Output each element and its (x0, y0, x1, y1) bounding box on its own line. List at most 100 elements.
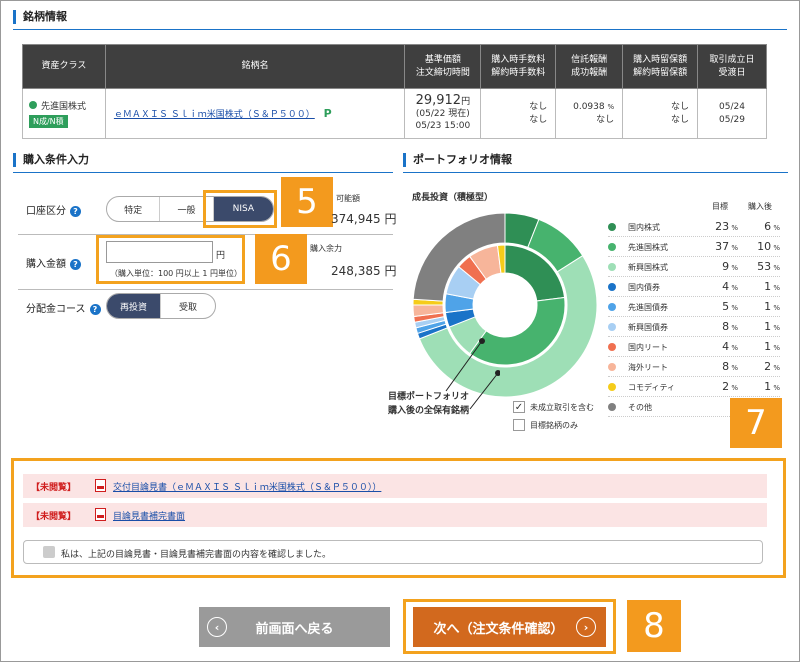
account-type-label: 口座区分? (26, 202, 81, 217)
asset-color-dot (29, 101, 37, 109)
header-asset-class: 資産クラス (22, 44, 106, 89)
help-icon[interactable]: ? (70, 259, 81, 270)
legend-target-value: 4 % (722, 280, 738, 293)
available-amount-value: 374,945 円 (331, 212, 397, 226)
legend-row: 国内債券 4 % 1 % (608, 277, 780, 297)
prospectus-link[interactable]: 交付目論見書（ｅＭＡＸＩＳ Ｓｌｉｍ米国株式（Ｓ＆Ｐ５００）） (113, 480, 381, 493)
pending-trades-checkbox[interactable]: ✓ (513, 401, 525, 413)
column-after-label: 購入後 (748, 202, 772, 211)
legend-color-dot (608, 283, 616, 291)
cell-trust-fee: 0.0938 % なし (555, 88, 624, 139)
header-fund-name: 銘柄名 (104, 44, 406, 89)
legend-target-value: 37 % (715, 240, 738, 253)
legend-after-value: 6 % (764, 220, 780, 233)
section-divider (13, 29, 787, 30)
legend-row: 国内株式 23 % 6 % (608, 217, 780, 237)
chevron-right-icon: › (576, 617, 596, 637)
cell-asset-class: 先進国株式 N成/N積 (22, 88, 106, 139)
cell-reserve: なし なし (622, 88, 699, 139)
help-icon[interactable]: ? (70, 206, 81, 217)
legend-color-dot (608, 343, 616, 351)
legend-category-label: 国内リート (628, 343, 668, 352)
confirm-checkbox[interactable] (43, 546, 55, 558)
legend-row: 新興国債券 8 % 1 % (608, 317, 780, 337)
legend-target-value: 8 % (722, 360, 738, 373)
nisa-badge: N成/N積 (29, 115, 68, 128)
row-divider (18, 289, 393, 290)
cell-fund-name: ｅＭＡＸＩＳ Ｓｌｉｍ米国株式（Ｓ＆Ｐ５００） P (104, 88, 406, 139)
callout-5: 5 (281, 177, 333, 227)
legend-color-dot (608, 223, 616, 231)
fund-name-link[interactable]: ｅＭＡＸＩＳ Ｓｌｉｍ米国株式（Ｓ＆Ｐ５００） (114, 110, 315, 120)
table-row: 先進国株式 N成/N積 ｅＭＡＸＩＳ Ｓｌｉｍ米国株式（Ｓ＆Ｐ５００） P 29… (22, 88, 767, 139)
legend-color-dot (608, 243, 616, 251)
legend-category-label: その他 (628, 403, 652, 412)
target-only-label: 目標銘柄のみ (530, 421, 578, 430)
legend-category-label: 海外リート (628, 363, 668, 372)
distribution-label: 分配金コース? (26, 300, 101, 315)
fund-info-table: 資産クラス 銘柄名 基準価額 注文締切時間 購入時手数料 解約時手数料 信託報酬 成功… (22, 44, 767, 139)
legend-after-value: 1 % (764, 320, 780, 333)
legend-row: 先進国債券 5 % 1 % (608, 297, 780, 317)
header-nav: 基準価額 注文締切時間 (404, 44, 482, 89)
legend-color-dot (608, 403, 616, 411)
help-icon[interactable]: ? (89, 304, 101, 315)
legend-category-label: 国内株式 (628, 223, 660, 232)
legend-category-label: 国内債券 (628, 283, 660, 292)
section-title-purchase-conditions: 購入条件入力 (13, 153, 89, 167)
legend-category-label: 先進国債券 (628, 303, 668, 312)
header-dates: 取引成立日 受渡日 (697, 44, 767, 89)
callout-8: 8 (627, 600, 681, 652)
legend-target-value: 8 % (722, 320, 738, 333)
cell-fees: なし なし (480, 88, 557, 139)
supplement-link[interactable]: 目論見書補完書面 (113, 509, 185, 522)
available-amount-label: 可能額 (336, 194, 360, 203)
legend-after-value: 1 % (764, 380, 780, 393)
header-buy-fee: 購入時手数料 解約時手数料 (480, 44, 557, 89)
section-title-fund-info: 銘柄情報 (13, 10, 67, 24)
legend-color-dot (608, 303, 616, 311)
legend-row: コモディティ 2 % 1 % (608, 377, 780, 397)
legend-color-dot (608, 383, 616, 391)
distribution-option-receive[interactable]: 受取 (161, 294, 215, 318)
legend-target-value: 4 % (722, 340, 738, 353)
legend-after-value: 2 % (764, 360, 780, 373)
legend-category-label: 先進国株式 (628, 243, 668, 252)
pending-trades-label: 未成立取引を含む (530, 403, 594, 412)
distribution-option-reinvest[interactable]: 再投資 (107, 294, 162, 318)
document-row: 【未閲覧】 目論見書補完書面 (23, 503, 767, 527)
account-option-tokutei[interactable]: 特定 (107, 197, 161, 221)
point-icon: P (323, 107, 332, 120)
legend-target-value: 2 % (722, 380, 738, 393)
chevron-left-icon: ‹ (207, 617, 227, 637)
highlight-box-6 (96, 235, 245, 284)
unread-tag: 【未閲覧】 (31, 483, 77, 493)
back-button[interactable]: ‹ 前画面へ戻る (199, 607, 390, 647)
legend-row: 先進国株式 37 % 10 % (608, 237, 780, 257)
legend-category-label: 新興国株式 (628, 263, 668, 272)
callout-7: 7 (730, 398, 782, 448)
pdf-icon (95, 479, 106, 492)
target-only-checkbox[interactable] (513, 419, 525, 431)
legend-row: 海外リート 8 % 2 % (608, 357, 780, 377)
header-reserve: 購入時留保額 解約時留保額 (622, 44, 699, 89)
confirm-box: 私は、上記の目論見書・目論見書補完書面の内容を確認しました。 (23, 540, 763, 564)
chart-annotation: 目標ポートフォリオ 購入後の全保有銘柄 (388, 392, 470, 416)
highlight-box-5 (203, 190, 277, 228)
legend-after-value: 1 % (764, 300, 780, 313)
next-button[interactable]: 次へ（注文条件確認） › (413, 607, 606, 647)
legend-target-value: 23 % (715, 220, 738, 233)
section-divider (403, 172, 788, 173)
document-row: 【未閲覧】 交付目論見書（ｅＭＡＸＩＳ Ｓｌｉｍ米国株式（Ｓ＆Ｐ５００）） (23, 474, 767, 498)
pdf-icon (95, 508, 106, 521)
legend-after-value: 1 % (764, 340, 780, 353)
distribution-toggle: 再投資 受取 (106, 293, 216, 319)
legend-row: 国内リート 4 % 1 % (608, 337, 780, 357)
purchase-capacity-label: 購入余力 (310, 244, 342, 253)
purchase-capacity-value: 248,385 円 (331, 264, 397, 278)
section-divider (13, 172, 393, 173)
legend-target-value: 9 % (722, 260, 738, 273)
cell-dates: 05/24 05/29 (697, 88, 767, 139)
legend-after-value: 53 % (757, 260, 780, 273)
header-trust-fee: 信託報酬 成功報酬 (555, 44, 624, 89)
